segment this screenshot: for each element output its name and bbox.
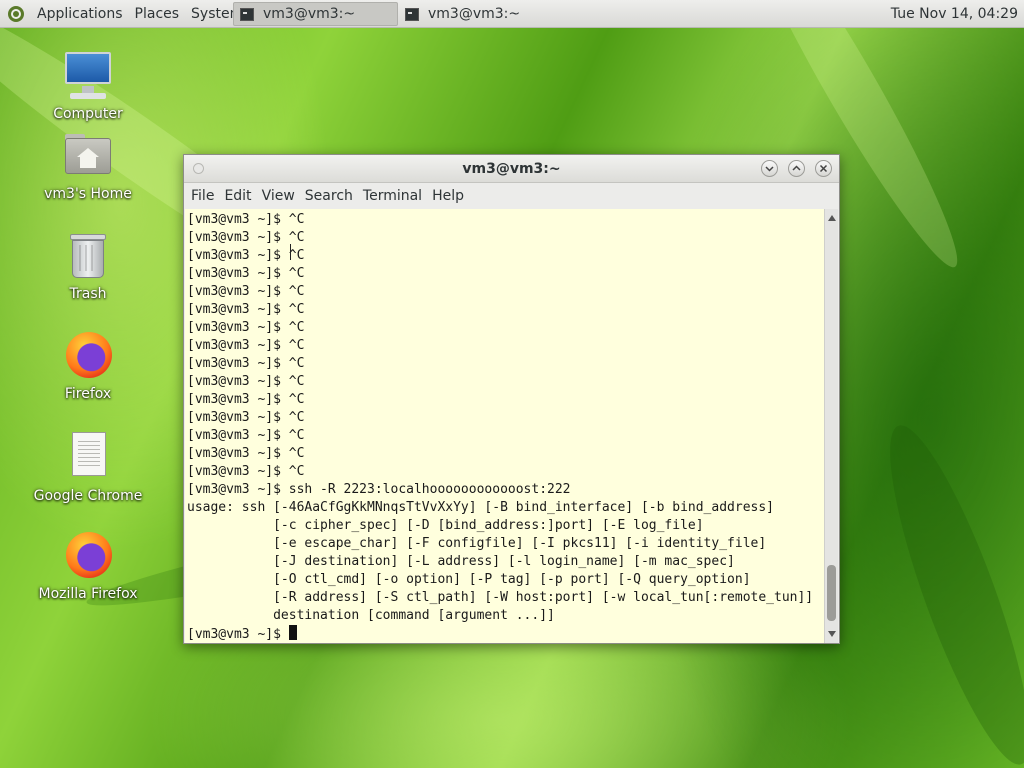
menu-terminal[interactable]: Terminal	[358, 183, 427, 209]
terminal-line: [vm3@vm3 ~]$ ^C	[187, 338, 305, 353]
terminal-line: [vm3@vm3 ~]$ ^C	[187, 302, 305, 317]
text-cursor	[288, 625, 297, 640]
terminal-window: vm3@vm3:~ File Edit View Search Terminal…	[183, 154, 840, 644]
terminal-menubar: File Edit View Search Terminal Help	[184, 183, 839, 209]
desktop-icon-label: Mozilla Firefox	[38, 586, 138, 602]
desktop-icon-google-chrome[interactable]: Google Chrome	[28, 432, 148, 504]
terminal-line: [-e escape_char] [-F configfile] [-I pkc…	[187, 536, 767, 551]
terminal-line: [-c cipher_spec] [-D [bind_address:]port…	[187, 518, 704, 533]
desktop-icon-trash[interactable]: Trash	[28, 230, 148, 302]
clock[interactable]: Tue Nov 14, 04:29	[891, 0, 1018, 28]
terminal-output[interactable]: [vm3@vm3 ~]$ ^C [vm3@vm3 ~]$ ^C [vm3@vm3 ~…	[185, 209, 826, 643]
terminal-scrollbar[interactable]	[824, 209, 838, 643]
terminal-line: [vm3@vm3 ~]$ ^C	[187, 248, 305, 263]
chevron-up-icon	[792, 165, 801, 171]
window-title: vm3@vm3:~	[462, 161, 561, 177]
terminal-icon	[405, 7, 419, 21]
home-folder-icon	[62, 130, 114, 182]
desktop-icon-label: Google Chrome	[33, 488, 143, 504]
taskbar-button-terminal-2[interactable]: vm3@vm3:~	[399, 2, 564, 26]
terminal-line: [vm3@vm3 ~]$ ssh -R 2223:localhooooooooo…	[187, 482, 571, 497]
chevron-down-icon	[765, 166, 774, 172]
desktop-icon-firefox[interactable]: Firefox	[28, 330, 148, 402]
scrollbar-thumb[interactable]	[827, 565, 836, 621]
terminal-line: [-R address] [-S ctl_path] [-W host:port…	[187, 590, 814, 605]
mate-logo-icon[interactable]	[7, 5, 25, 23]
desktop-icon-mozilla-firefox[interactable]: Mozilla Firefox	[28, 530, 148, 602]
terminal-line: [-J destination] [-L address] [-l login_…	[187, 554, 735, 569]
desktop-icon-computer[interactable]: Computer	[28, 50, 148, 122]
trash-icon	[62, 230, 114, 282]
ibeam-cursor-icon	[290, 244, 292, 260]
menu-help[interactable]: Help	[427, 183, 469, 209]
applications-menu[interactable]: Applications	[31, 0, 129, 28]
document-icon	[62, 432, 114, 484]
terminal-line: [-O ctl_cmd] [-o option] [-P tag] [-p po…	[187, 572, 751, 587]
menu-search[interactable]: Search	[300, 183, 358, 209]
places-menu[interactable]: Places	[129, 0, 186, 28]
desktop-icon-label: Trash	[69, 286, 107, 302]
terminal-line: [vm3@vm3 ~]$ ^C	[187, 464, 305, 479]
terminal-line: [vm3@vm3 ~]$ ^C	[187, 392, 305, 407]
terminal-line: [vm3@vm3 ~]$ ^C	[187, 428, 305, 443]
terminal-line: [vm3@vm3 ~]$ ^C	[187, 320, 305, 335]
menu-view[interactable]: View	[257, 183, 300, 209]
terminal-line: [vm3@vm3 ~]$ ^C	[187, 230, 305, 245]
terminal-line: [vm3@vm3 ~]$ ^C	[187, 212, 305, 227]
scroll-up-icon[interactable]	[828, 215, 836, 221]
taskbar-button-label: vm3@vm3:~	[263, 6, 356, 22]
firefox-icon	[62, 330, 114, 382]
maximize-button[interactable]	[788, 160, 805, 177]
menu-file[interactable]: File	[186, 183, 219, 209]
terminal-icon	[240, 7, 254, 21]
taskbar-button-terminal-1[interactable]: vm3@vm3:~	[233, 2, 398, 26]
firefox-icon	[62, 530, 114, 582]
terminal-line: [vm3@vm3 ~]$ ^C	[187, 446, 305, 461]
terminal-lines: [vm3@vm3 ~]$ ^C [vm3@vm3 ~]$ ^C [vm3@vm3 ~…	[185, 209, 826, 643]
desktop-icon-label: Firefox	[64, 386, 112, 402]
minimize-button[interactable]	[761, 160, 778, 177]
close-icon	[819, 164, 828, 173]
window-titlebar[interactable]: vm3@vm3:~	[184, 155, 839, 183]
terminal-line: [vm3@vm3 ~]$ ^C	[187, 284, 305, 299]
terminal-line: [vm3@vm3 ~]$ ^C	[187, 374, 305, 389]
terminal-line: [vm3@vm3 ~]$ ^C	[187, 356, 305, 371]
terminal-prompt: [vm3@vm3 ~]$	[187, 627, 289, 642]
terminal-line: usage: ssh [-46AaCfGgKkMNnqsTtVvXxYy] [-…	[187, 500, 774, 515]
desktop-icon-home[interactable]: vm3's Home	[28, 130, 148, 202]
desktop-icon-label: Computer	[53, 106, 123, 122]
menu-edit[interactable]: Edit	[219, 183, 256, 209]
top-panel: Applications Places System vm3@vm3:~ vm3…	[0, 0, 1024, 28]
close-button[interactable]	[815, 160, 832, 177]
terminal-prompt-line: [vm3@vm3 ~]$	[187, 625, 826, 643]
taskbar-button-label: vm3@vm3:~	[428, 6, 521, 22]
window-menu-icon[interactable]	[193, 163, 204, 174]
computer-icon	[62, 50, 114, 102]
terminal-line: destination [command [argument ...]]	[187, 608, 555, 623]
terminal-line: [vm3@vm3 ~]$ ^C	[187, 266, 305, 281]
scroll-down-icon[interactable]	[828, 631, 836, 637]
desktop-icon-label: vm3's Home	[44, 186, 132, 202]
terminal-line: [vm3@vm3 ~]$ ^C	[187, 410, 305, 425]
